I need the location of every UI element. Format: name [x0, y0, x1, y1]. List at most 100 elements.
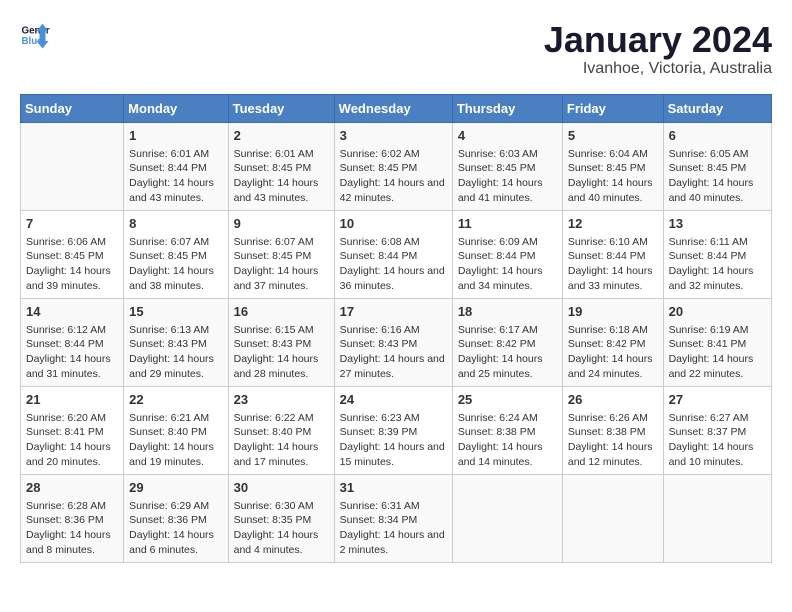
table-row: 21 Sunrise: 6:20 AM Sunset: 8:41 PM Dayl…	[21, 386, 124, 474]
table-row: 30 Sunrise: 6:30 AM Sunset: 8:35 PM Dayl…	[228, 474, 334, 562]
day-sunset: Sunset: 8:36 PM	[129, 513, 222, 528]
header-wednesday: Wednesday	[334, 94, 452, 122]
calendar-table: Sunday Monday Tuesday Wednesday Thursday…	[20, 94, 772, 563]
day-sunrise: Sunrise: 6:12 AM	[26, 323, 118, 338]
day-daylight: Daylight: 14 hours and 17 minutes.	[234, 440, 329, 469]
day-sunset: Sunset: 8:40 PM	[129, 425, 222, 440]
day-daylight: Daylight: 14 hours and 10 minutes.	[669, 440, 766, 469]
calendar-week-row: 7 Sunrise: 6:06 AM Sunset: 8:45 PM Dayli…	[21, 210, 772, 298]
table-row	[663, 474, 771, 562]
table-row: 9 Sunrise: 6:07 AM Sunset: 8:45 PM Dayli…	[228, 210, 334, 298]
day-sunrise: Sunrise: 6:11 AM	[669, 235, 766, 250]
day-sunset: Sunset: 8:35 PM	[234, 513, 329, 528]
day-daylight: Daylight: 14 hours and 25 minutes.	[458, 352, 557, 381]
day-sunrise: Sunrise: 6:19 AM	[669, 323, 766, 338]
day-daylight: Daylight: 14 hours and 32 minutes.	[669, 264, 766, 293]
day-sunrise: Sunrise: 6:16 AM	[340, 323, 447, 338]
table-row: 5 Sunrise: 6:04 AM Sunset: 8:45 PM Dayli…	[562, 122, 663, 210]
table-row: 18 Sunrise: 6:17 AM Sunset: 8:42 PM Dayl…	[452, 298, 562, 386]
day-sunset: Sunset: 8:45 PM	[26, 249, 118, 264]
table-row: 7 Sunrise: 6:06 AM Sunset: 8:45 PM Dayli…	[21, 210, 124, 298]
header-sunday: Sunday	[21, 94, 124, 122]
day-daylight: Daylight: 14 hours and 43 minutes.	[234, 176, 329, 205]
day-sunrise: Sunrise: 6:05 AM	[669, 147, 766, 162]
day-number: 13	[669, 215, 766, 233]
table-row: 25 Sunrise: 6:24 AM Sunset: 8:38 PM Dayl…	[452, 386, 562, 474]
day-sunset: Sunset: 8:43 PM	[129, 337, 222, 352]
day-sunrise: Sunrise: 6:09 AM	[458, 235, 557, 250]
day-daylight: Daylight: 14 hours and 27 minutes.	[340, 352, 447, 381]
day-number: 9	[234, 215, 329, 233]
table-row	[21, 122, 124, 210]
day-daylight: Daylight: 14 hours and 34 minutes.	[458, 264, 557, 293]
day-number: 7	[26, 215, 118, 233]
table-row: 23 Sunrise: 6:22 AM Sunset: 8:40 PM Dayl…	[228, 386, 334, 474]
table-row: 19 Sunrise: 6:18 AM Sunset: 8:42 PM Dayl…	[562, 298, 663, 386]
day-daylight: Daylight: 14 hours and 29 minutes.	[129, 352, 222, 381]
header-monday: Monday	[124, 94, 228, 122]
day-number: 20	[669, 303, 766, 321]
table-row: 2 Sunrise: 6:01 AM Sunset: 8:45 PM Dayli…	[228, 122, 334, 210]
day-sunrise: Sunrise: 6:27 AM	[669, 411, 766, 426]
table-row: 16 Sunrise: 6:15 AM Sunset: 8:43 PM Dayl…	[228, 298, 334, 386]
day-sunset: Sunset: 8:41 PM	[669, 337, 766, 352]
day-sunrise: Sunrise: 6:07 AM	[234, 235, 329, 250]
day-sunset: Sunset: 8:43 PM	[340, 337, 447, 352]
day-sunset: Sunset: 8:38 PM	[568, 425, 658, 440]
table-row: 17 Sunrise: 6:16 AM Sunset: 8:43 PM Dayl…	[334, 298, 452, 386]
day-number: 8	[129, 215, 222, 233]
table-row: 20 Sunrise: 6:19 AM Sunset: 8:41 PM Dayl…	[663, 298, 771, 386]
day-number: 28	[26, 479, 118, 497]
day-number: 29	[129, 479, 222, 497]
day-sunset: Sunset: 8:42 PM	[568, 337, 658, 352]
location-subtitle: Ivanhoe, Victoria, Australia	[544, 60, 772, 78]
day-number: 17	[340, 303, 447, 321]
day-daylight: Daylight: 14 hours and 42 minutes.	[340, 176, 447, 205]
day-sunrise: Sunrise: 6:01 AM	[129, 147, 222, 162]
calendar-week-row: 1 Sunrise: 6:01 AM Sunset: 8:44 PM Dayli…	[21, 122, 772, 210]
table-row: 28 Sunrise: 6:28 AM Sunset: 8:36 PM Dayl…	[21, 474, 124, 562]
table-row: 31 Sunrise: 6:31 AM Sunset: 8:34 PM Dayl…	[334, 474, 452, 562]
day-daylight: Daylight: 14 hours and 22 minutes.	[669, 352, 766, 381]
month-title: January 2024	[544, 20, 772, 60]
day-sunrise: Sunrise: 6:20 AM	[26, 411, 118, 426]
day-sunrise: Sunrise: 6:24 AM	[458, 411, 557, 426]
day-number: 22	[129, 391, 222, 409]
header-thursday: Thursday	[452, 94, 562, 122]
day-sunset: Sunset: 8:45 PM	[234, 249, 329, 264]
day-daylight: Daylight: 14 hours and 43 minutes.	[129, 176, 222, 205]
day-sunset: Sunset: 8:36 PM	[26, 513, 118, 528]
day-number: 1	[129, 127, 222, 145]
day-sunset: Sunset: 8:44 PM	[458, 249, 557, 264]
day-sunrise: Sunrise: 6:17 AM	[458, 323, 557, 338]
day-daylight: Daylight: 14 hours and 12 minutes.	[568, 440, 658, 469]
day-sunset: Sunset: 8:44 PM	[129, 161, 222, 176]
header-row: Sunday Monday Tuesday Wednesday Thursday…	[21, 94, 772, 122]
day-daylight: Daylight: 14 hours and 2 minutes.	[340, 528, 447, 557]
day-daylight: Daylight: 14 hours and 33 minutes.	[568, 264, 658, 293]
day-sunrise: Sunrise: 6:18 AM	[568, 323, 658, 338]
day-daylight: Daylight: 14 hours and 38 minutes.	[129, 264, 222, 293]
day-daylight: Daylight: 14 hours and 20 minutes.	[26, 440, 118, 469]
day-sunrise: Sunrise: 6:13 AM	[129, 323, 222, 338]
header-saturday: Saturday	[663, 94, 771, 122]
day-sunrise: Sunrise: 6:21 AM	[129, 411, 222, 426]
day-number: 4	[458, 127, 557, 145]
page-header: General Blue January 2024 Ivanhoe, Victo…	[20, 20, 772, 78]
day-daylight: Daylight: 14 hours and 4 minutes.	[234, 528, 329, 557]
day-daylight: Daylight: 14 hours and 40 minutes.	[568, 176, 658, 205]
day-sunrise: Sunrise: 6:29 AM	[129, 499, 222, 514]
table-row: 14 Sunrise: 6:12 AM Sunset: 8:44 PM Dayl…	[21, 298, 124, 386]
table-row: 1 Sunrise: 6:01 AM Sunset: 8:44 PM Dayli…	[124, 122, 228, 210]
day-sunrise: Sunrise: 6:04 AM	[568, 147, 658, 162]
day-number: 27	[669, 391, 766, 409]
day-number: 23	[234, 391, 329, 409]
day-sunrise: Sunrise: 6:28 AM	[26, 499, 118, 514]
day-sunrise: Sunrise: 6:10 AM	[568, 235, 658, 250]
table-row: 26 Sunrise: 6:26 AM Sunset: 8:38 PM Dayl…	[562, 386, 663, 474]
day-sunset: Sunset: 8:39 PM	[340, 425, 447, 440]
day-daylight: Daylight: 14 hours and 28 minutes.	[234, 352, 329, 381]
day-sunset: Sunset: 8:45 PM	[129, 249, 222, 264]
table-row: 3 Sunrise: 6:02 AM Sunset: 8:45 PM Dayli…	[334, 122, 452, 210]
day-sunrise: Sunrise: 6:01 AM	[234, 147, 329, 162]
